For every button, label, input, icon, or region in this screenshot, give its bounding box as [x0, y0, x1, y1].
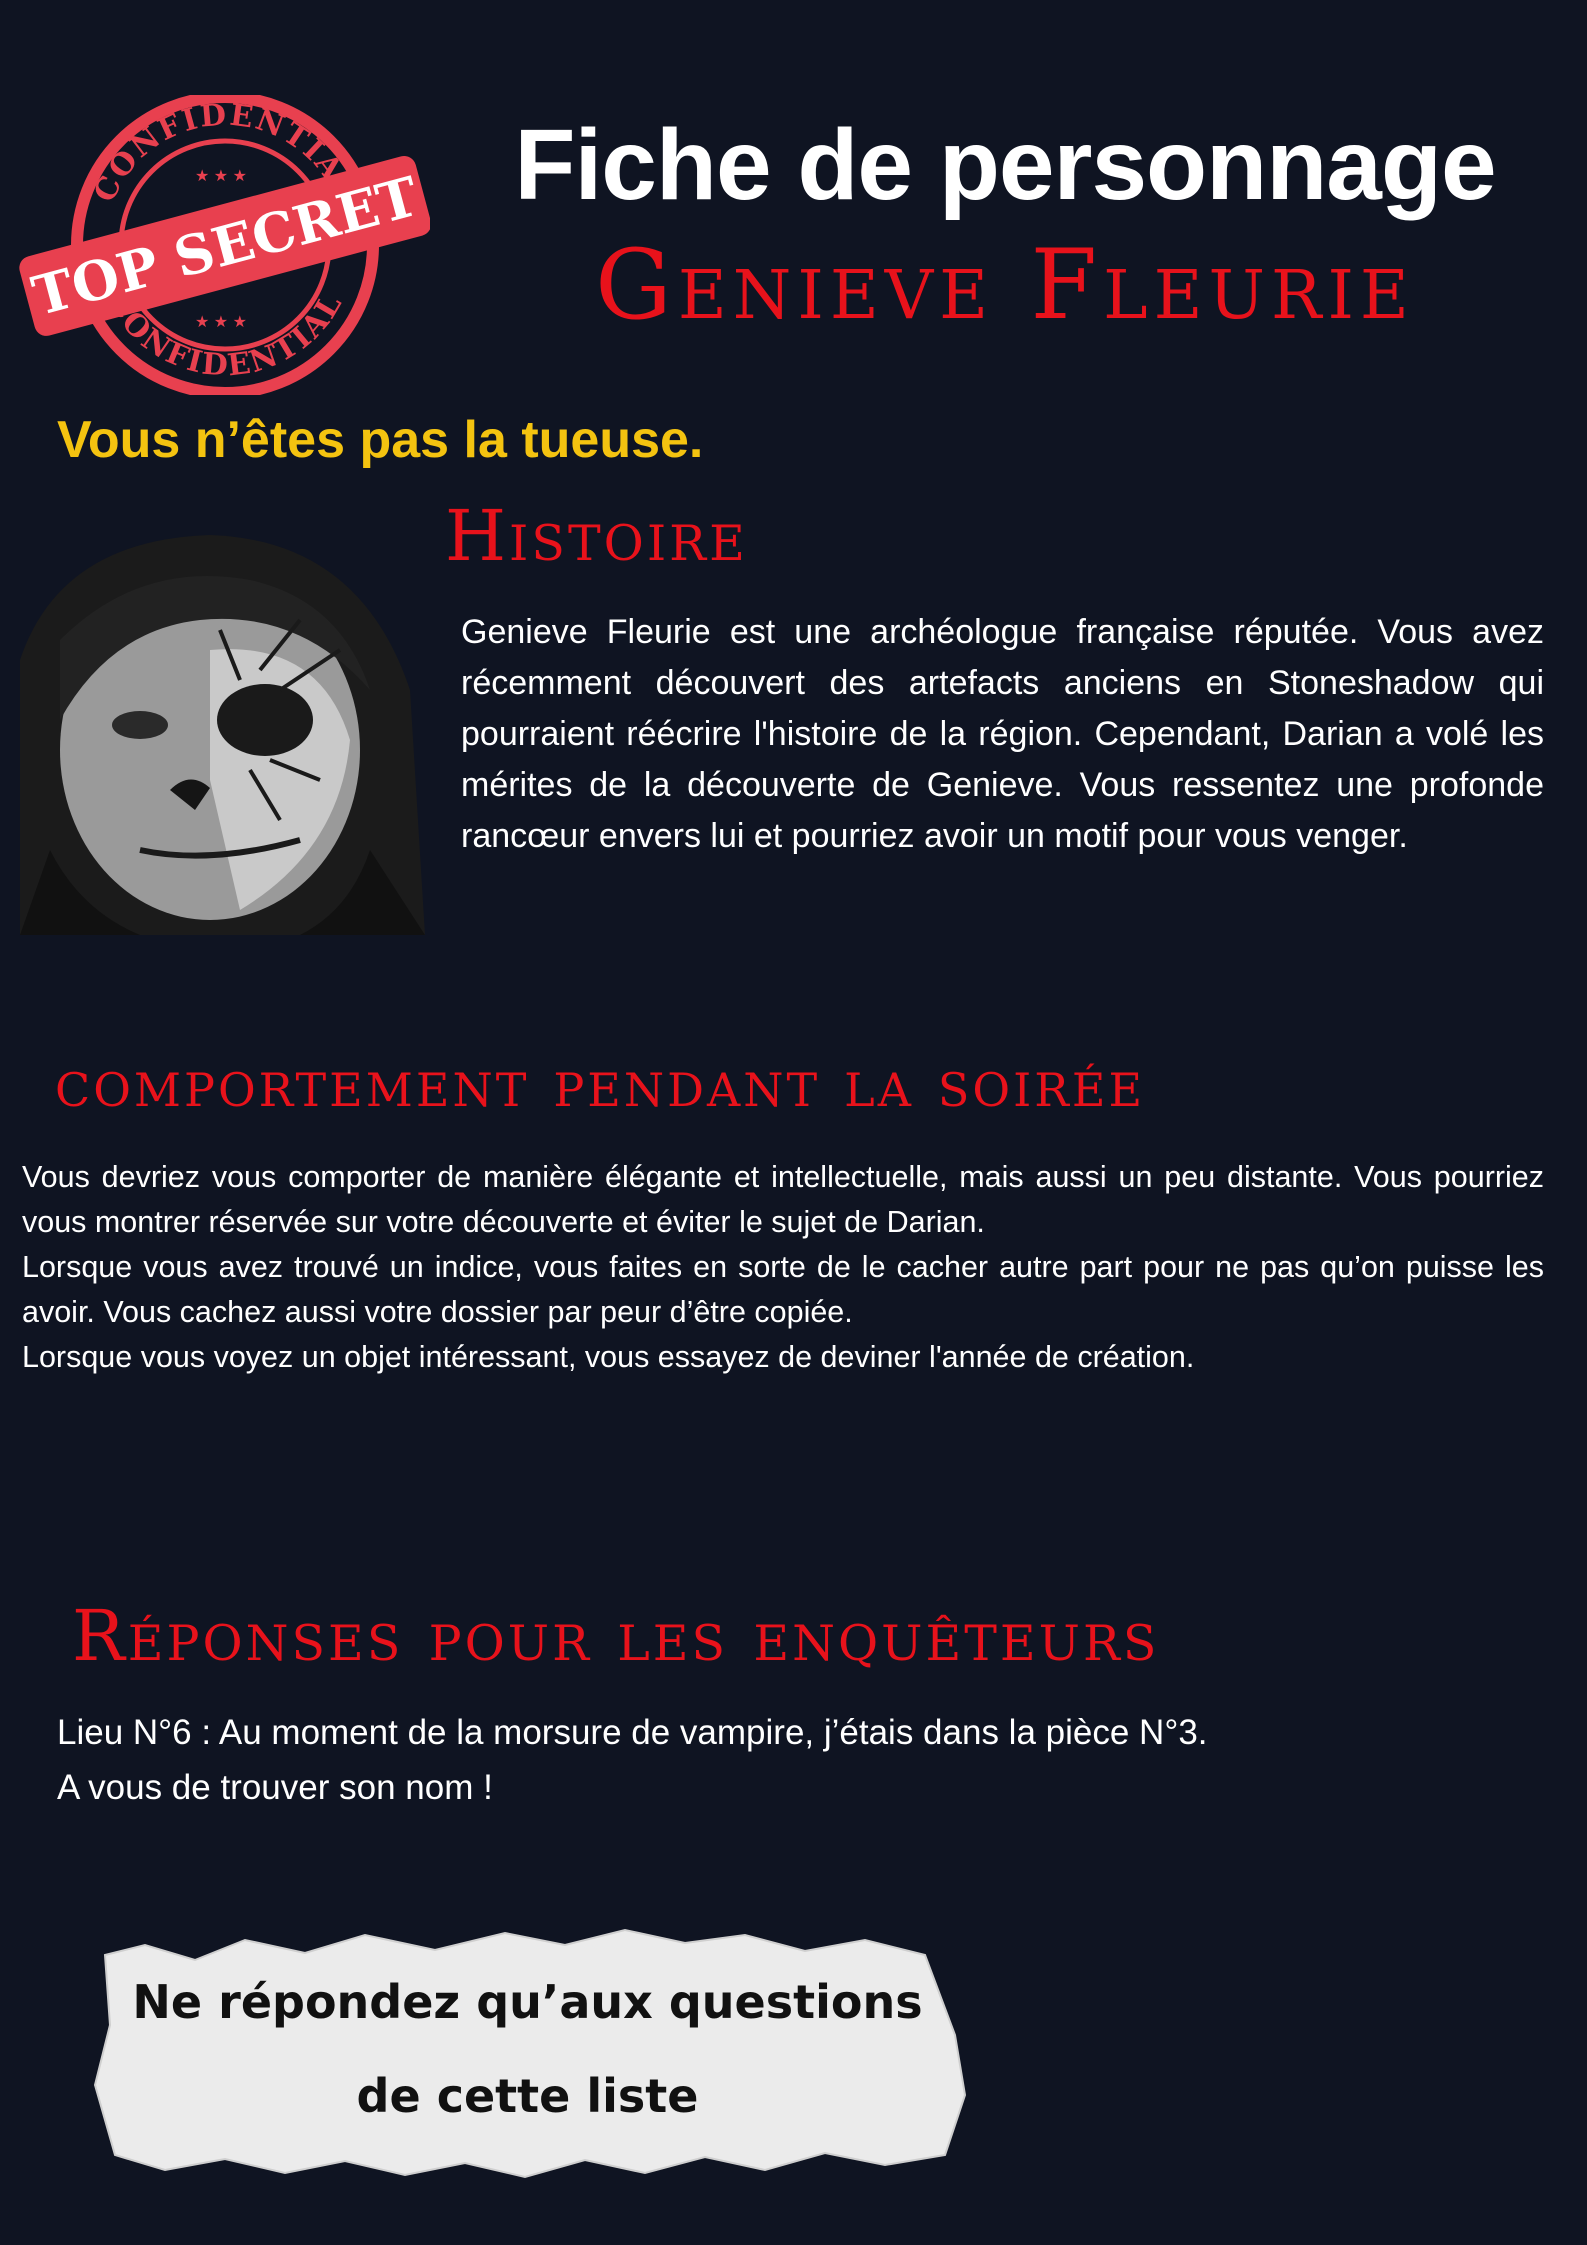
comportement-paragraph: Vous devriez vous comporter de manière é… [22, 1160, 1544, 1239]
comportement-body: Vous devriez vous comporter de manière é… [22, 1155, 1544, 1380]
character-portrait [20, 520, 425, 935]
reponses-body: Lieu N°6 : Au moment de la morsure de va… [57, 1705, 1557, 1815]
note-text: Ne répondez qu’aux questions de cette li… [85, 1955, 970, 2143]
section-title-reponses: Réponses pour les enquêteurs [72, 1595, 1160, 1677]
svg-text:★ ★ ★: ★ ★ ★ [195, 314, 247, 331]
reponses-line: Lieu N°6 : Au moment de la morsure de va… [57, 1713, 1208, 1752]
comportement-paragraph: Lorsque vous voyez un objet intéressant,… [22, 1340, 1195, 1374]
top-secret-stamp: CONFIDENTIAL CONFIDENTIAL ★ ★ ★ ★ ★ ★ TO… [19, 95, 430, 395]
role-subtitle: Vous n’êtes pas la tueuse. [57, 411, 704, 469]
svg-text:★ ★ ★: ★ ★ ★ [195, 168, 247, 185]
note-line: de cette liste [356, 2069, 699, 2123]
reponses-line: A vous de trouver son nom ! [57, 1768, 493, 1807]
character-name: Genieve Fleurie [595, 229, 1415, 341]
note-line: Ne répondez qu’aux questions [132, 1975, 923, 2029]
section-title-comportement: comportement pendant la soirée [55, 1045, 1146, 1122]
section-title-histoire: Histoire [445, 495, 748, 577]
histoire-body: Genieve Fleurie est une archéologue fran… [461, 613, 1544, 855]
comportement-paragraph: Lorsque vous avez trouvé un indice, vous… [22, 1250, 1544, 1329]
page-title: Fiche de personnage [514, 109, 1496, 221]
